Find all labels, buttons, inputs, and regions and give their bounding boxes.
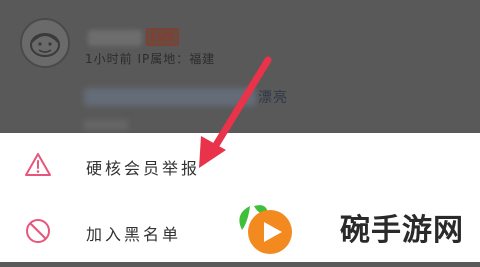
report-menu-item[interactable]: 硬核会员举报 [0, 133, 480, 197]
block-icon [26, 219, 50, 243]
report-menu-label: 硬核会员举报 [86, 159, 201, 178]
blurred-action-row [84, 120, 128, 130]
comment-text-tail: 漂亮 [258, 90, 288, 106]
blurred-username [88, 30, 142, 46]
blacklist-menu-label: 加入黑名单 [86, 225, 182, 244]
blurred-comment-text [84, 88, 256, 106]
watermark-text: 碗手游网 [340, 213, 464, 248]
watermark-logo [239, 205, 292, 254]
avatar[interactable] [20, 18, 70, 68]
warning-triangle-icon [25, 153, 51, 176]
avatar-face-icon [30, 33, 60, 57]
level-badge: LV5 [146, 28, 179, 46]
comment-meta: 1小时前 IP属地：福建 [85, 52, 216, 66]
